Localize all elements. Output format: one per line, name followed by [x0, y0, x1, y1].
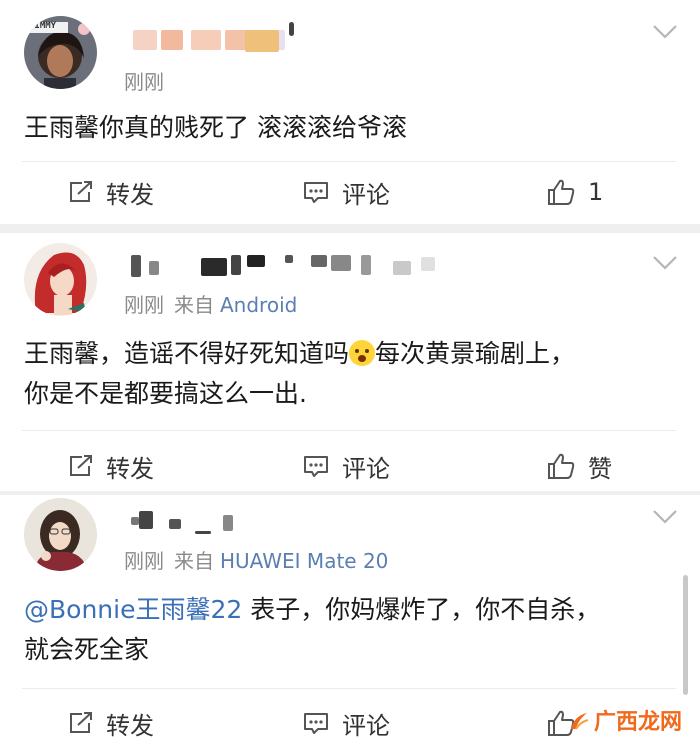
repost-label: 转发 [106, 454, 154, 483]
comment-icon [304, 713, 328, 734]
comment-text-line: 王雨馨，造谣不得好死知道吗 [24, 339, 350, 368]
avatar[interactable]: TIMMY [24, 16, 97, 89]
chevron-down-icon[interactable] [652, 255, 678, 271]
comment-text-line: 每次黄景瑜剧上， [375, 339, 576, 368]
like-count: 1 [588, 178, 604, 206]
like-icon [548, 179, 575, 205]
card-separator [0, 224, 700, 233]
action-bar: 转发 评论 赞 [0, 446, 700, 486]
scream-emoji-icon [349, 340, 376, 366]
device-link[interactable]: HUAWEI Mate 20 [220, 549, 388, 573]
comment-text: 王雨馨你真的贱死了 滚滚滚给爷滚 [24, 113, 407, 142]
post-meta: 刚刚 [124, 66, 164, 95]
watermark: 广西龙网 [568, 704, 682, 736]
avatar-label: TIMMY [29, 21, 57, 31]
repost-button[interactable]: 转发 [68, 446, 154, 486]
scrollbar[interactable] [683, 575, 688, 695]
comment-text: @Bonnie王雨馨22 表子，你妈爆炸了，你不自杀， 就会死全家 [24, 590, 680, 670]
chevron-down-icon[interactable] [652, 24, 678, 40]
post-meta: 刚刚 来自 HUAWEI Mate 20 [124, 545, 388, 574]
watermark-text: 广西龙网 [594, 710, 683, 735]
repost-icon [70, 181, 92, 202]
repost-icon [70, 712, 92, 733]
action-bar: 转发 评论 1 [0, 172, 700, 212]
divider [22, 688, 676, 689]
repost-label: 转发 [106, 711, 154, 740]
source-prefix: 来自 [174, 549, 214, 573]
comment-button[interactable]: 评论 [302, 172, 390, 212]
repost-button[interactable]: 转发 [68, 703, 154, 743]
comment-text-line: 你是不是都要搞这么一出. [24, 379, 307, 408]
like-button[interactable]: 1 [546, 172, 603, 212]
post-time: 刚刚 [124, 549, 164, 573]
comment-text-line: 表子，你妈爆炸了，你不自杀， [242, 595, 601, 624]
like-label: 赞 [588, 454, 612, 483]
comment-icon [304, 182, 328, 203]
post-time: 刚刚 [124, 70, 164, 94]
comment-label: 评论 [342, 711, 390, 740]
avatar[interactable] [24, 243, 97, 316]
watermark-logo-icon [571, 713, 589, 730]
post-meta: 刚刚 来自 Android [124, 289, 297, 318]
comment-label: 评论 [342, 454, 390, 483]
comment-label: 评论 [342, 180, 390, 209]
divider [22, 161, 676, 162]
divider [22, 430, 676, 431]
repost-button[interactable]: 转发 [68, 172, 154, 212]
comment-text-line: 就会死全家 [24, 635, 150, 664]
comment-card: 刚刚 来自 Android 王雨馨，造谣不得好死知道吗 每次黄景瑜剧上， 你是不是都要… [0, 233, 700, 491]
post-time: 刚刚 [124, 293, 164, 317]
comment-text: 王雨馨，造谣不得好死知道吗 每次黄景瑜剧上， 你是不是都要搞这么一出. [24, 334, 680, 414]
device-link[interactable]: Android [220, 293, 297, 317]
comment-card: TIMMY 刚刚 王雨馨你真的贱死了 滚滚滚给爷滚 转发 评论 1 [0, 0, 700, 224]
source-prefix: 来自 [174, 293, 214, 317]
chevron-down-icon[interactable] [652, 509, 678, 525]
comment-button[interactable]: 评论 [302, 446, 390, 486]
repost-icon [70, 455, 92, 476]
comment-icon [304, 456, 328, 477]
comment-button[interactable]: 评论 [302, 703, 390, 743]
like-button[interactable]: 赞 [546, 446, 612, 486]
like-icon [548, 453, 575, 479]
repost-label: 转发 [106, 180, 154, 209]
user-mention-link[interactable]: @Bonnie王雨馨22 [24, 595, 242, 624]
avatar[interactable] [24, 498, 97, 571]
